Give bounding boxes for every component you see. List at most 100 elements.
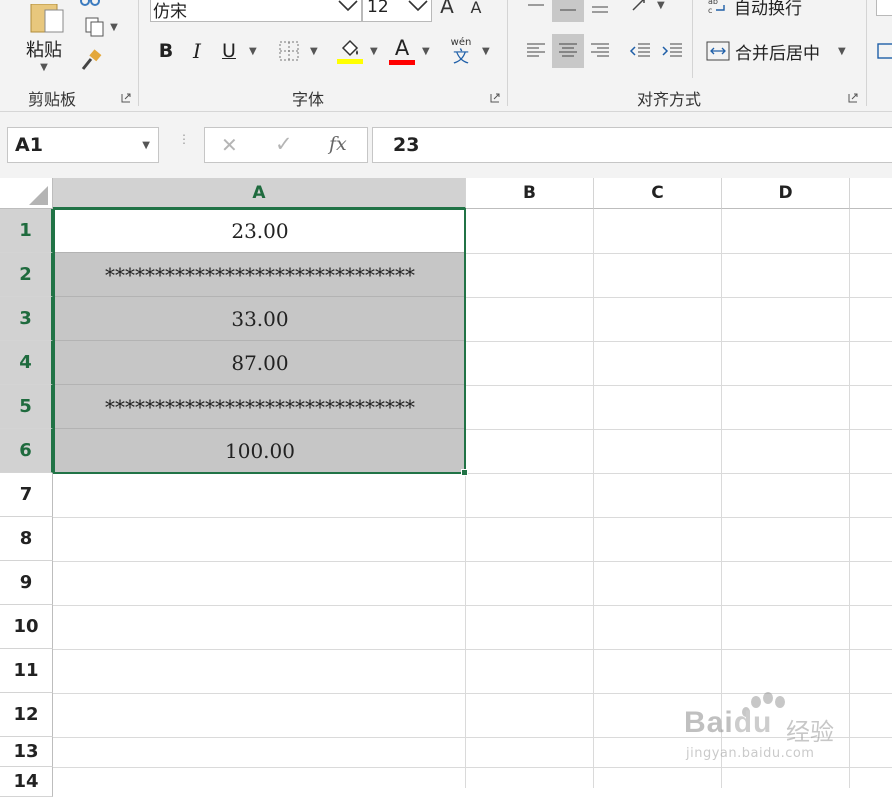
format-painter-icon (81, 49, 102, 70)
bottom-align-button[interactable] (586, 0, 614, 20)
alignment-group-label: 对齐方式 (637, 90, 702, 109)
increase-font-size-button[interactable]: A (436, 0, 458, 18)
phonetic-guide-button[interactable]: wén 文 (446, 36, 476, 66)
underline-button[interactable]: U (216, 38, 242, 64)
wrap-text-label: 自动换行 (734, 0, 802, 19)
font-color-button[interactable]: A (388, 36, 416, 66)
cut-button[interactable] (78, 0, 102, 8)
orientation-dropdown-arrow-icon[interactable]: ▼ (657, 0, 665, 11)
font-size-value: 12 (367, 0, 389, 17)
copy-icon (85, 17, 104, 37)
align-right-button[interactable] (586, 36, 614, 66)
font-color-letter: A (394, 36, 410, 60)
font-launcher-icon[interactable] (490, 93, 500, 103)
fill-color-button[interactable] (336, 36, 364, 66)
font-color-dropdown-arrow-icon[interactable]: ▼ (422, 46, 430, 57)
insert-function-button[interactable]: fx (329, 133, 347, 155)
group-separator (138, 0, 139, 106)
align-left-icon (527, 43, 545, 57)
copy-button[interactable]: ▼ (78, 14, 124, 40)
italic-button[interactable]: I (186, 38, 208, 64)
copy-dropdown-arrow-icon[interactable]: ▼ (110, 22, 118, 33)
borders-dropdown-arrow-icon[interactable]: ▼ (310, 46, 318, 57)
chevron-down-icon (338, 0, 358, 12)
decrease-indent-icon (629, 43, 650, 57)
decrease-indent-button[interactable] (626, 36, 654, 66)
watermark-url: jingyan.baidu.com (686, 746, 815, 761)
middle-align-button[interactable] (552, 0, 584, 22)
top-align-button[interactable] (522, 0, 550, 20)
watermark-brand-du: du (733, 706, 773, 739)
group-separator (507, 0, 508, 106)
scissors-icon (80, 0, 100, 6)
align-center-icon (559, 43, 577, 57)
cell-a3[interactable]: 33.00 (54, 297, 466, 341)
orientation-button[interactable] (628, 0, 652, 16)
paste-dropdown-arrow-icon[interactable]: ▼ (40, 62, 48, 73)
fill-color-swatch (337, 59, 363, 64)
align-center-button[interactable] (552, 34, 584, 68)
font-name-value: 仿宋 (153, 2, 187, 22)
cell-a1[interactable]: 23.00 (54, 209, 466, 253)
phonetic-dropdown-arrow-icon[interactable]: ▼ (482, 46, 490, 57)
merge-center-dropdown-arrow-icon[interactable]: ▼ (838, 46, 846, 57)
ribbon-top-input[interactable] (876, 0, 892, 16)
orientation-icon (632, 0, 645, 11)
borders-button[interactable] (276, 38, 302, 64)
chevron-down-icon (408, 0, 428, 12)
formula-content: 23 (393, 134, 420, 156)
wrap-text-icon: ab c (708, 0, 725, 15)
increase-indent-icon (662, 43, 682, 57)
underline-label: U (222, 40, 236, 62)
merge-center-label: 合并后居中 (735, 43, 820, 64)
number-format-icon (877, 43, 892, 59)
name-box-value: A1 (15, 134, 43, 156)
baidu-jingyan-watermark: Baidu 经验 jingyan.baidu.com (680, 692, 860, 772)
top-align-icon (528, 4, 544, 6)
bottom-align-icon (592, 6, 608, 13)
bold-button[interactable]: B (154, 38, 178, 64)
underline-dropdown-arrow-icon[interactable]: ▼ (249, 46, 257, 57)
cell-a2[interactable]: ******************************* (54, 253, 466, 297)
paint-bucket-icon (341, 39, 359, 57)
font-name-select[interactable]: 仿宋 (150, 0, 362, 22)
cell-a5[interactable]: ******************************* (54, 385, 466, 429)
clipboard-launcher-icon[interactable] (121, 93, 131, 103)
align-left-button[interactable] (522, 36, 550, 66)
borders-icon (279, 41, 299, 61)
format-painter-button[interactable] (78, 48, 104, 74)
paste-button[interactable]: 粘贴 ▼ (18, 0, 70, 78)
svg-text:c: c (708, 6, 712, 15)
watermark-cn: 经验 (786, 718, 834, 746)
fill-handle[interactable] (461, 469, 468, 476)
watermark-brand: Baidu (684, 706, 772, 740)
middle-align-icon (560, 9, 576, 11)
clipboard-icon (30, 3, 64, 32)
merge-center-button[interactable]: 合并后居中 (706, 38, 830, 64)
name-box-dropdown-arrow-icon[interactable]: ▼ (142, 140, 150, 151)
cell-a4[interactable]: 87.00 (54, 341, 466, 385)
confirm-edit-button[interactable]: ✓ (275, 132, 293, 156)
clipboard-group-label: 剪贴板 (28, 90, 77, 109)
font-color-swatch (389, 60, 415, 65)
phonetic-bottom: 文 (452, 47, 469, 66)
align-right-icon (591, 43, 609, 57)
watermark-brand-text: Bai (684, 706, 734, 739)
font-group-label: 字体 (292, 90, 325, 109)
name-box[interactable]: A1 ▼ (7, 127, 159, 163)
ribbon: 粘贴 ▼ ▼ 剪贴板 仿宋 12 A A B I U ▼ ▼ ▼ A ▼ wén… (0, 0, 892, 112)
button-separator (692, 0, 693, 78)
formula-input[interactable]: 23 (372, 127, 892, 163)
number-format-button[interactable] (876, 38, 892, 64)
fill-color-dropdown-arrow-icon[interactable]: ▼ (370, 46, 378, 57)
formula-buttons: ✕ ✓ fx (204, 127, 368, 163)
alignment-launcher-icon[interactable] (848, 93, 858, 103)
group-separator (866, 0, 867, 106)
increase-indent-button[interactable] (658, 36, 686, 66)
wrap-text-button[interactable]: ab c 自动换行 (706, 0, 816, 19)
formula-bar-grip-icon[interactable]: ⋮ (178, 133, 190, 154)
cell-a6[interactable]: 100.00 (54, 429, 466, 473)
cancel-edit-button[interactable]: ✕ (221, 133, 238, 157)
font-size-select[interactable]: 12 (362, 0, 432, 22)
decrease-font-size-button[interactable]: A (466, 0, 486, 18)
